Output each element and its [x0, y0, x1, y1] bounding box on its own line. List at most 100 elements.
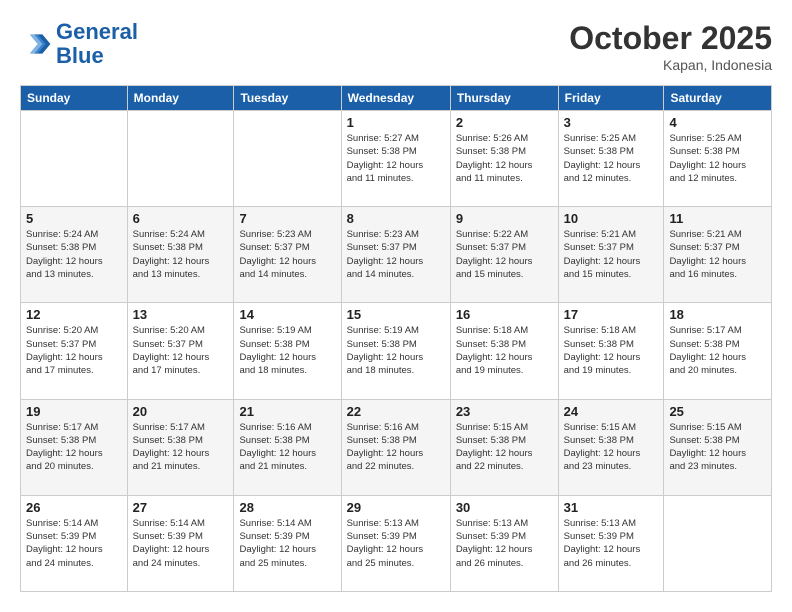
- day-cell: 23 Sunrise: 5:15 AM Sunset: 5:38 PM Dayli…: [450, 399, 558, 495]
- day-info: Sunrise: 5:21 AM Sunset: 5:37 PM Dayligh…: [669, 228, 766, 281]
- day-number: 16: [456, 307, 553, 322]
- day-number: 15: [347, 307, 445, 322]
- day-cell: 14Sunrise: 5:19 AM Sunset: 5:38 PM Dayli…: [234, 303, 341, 399]
- day-info: Sunrise: 5:13 AM Sunset: 5:39 PM Dayligh…: [564, 517, 659, 570]
- col-header-wednesday: Wednesday: [341, 86, 450, 111]
- day-cell: 19 Sunrise: 5:17 AM Sunset: 5:38 PM Dayli…: [21, 399, 128, 495]
- day-number: 8: [347, 211, 445, 226]
- day-cell: 6 Sunrise: 5:24 AM Sunset: 5:38 PM Daylig…: [127, 207, 234, 303]
- day-info: Sunrise: 5:18 AM Sunset: 5:38 PM Dayligh…: [564, 324, 659, 377]
- day-cell: 30Sunrise: 5:13 AM Sunset: 5:39 PM Dayli…: [450, 495, 558, 591]
- day-number: 21: [239, 404, 335, 419]
- day-info: Sunrise: 5:19 AM Sunset: 5:38 PM Dayligh…: [347, 324, 445, 377]
- day-info: Sunrise: 5:21 AM Sunset: 5:37 PM Dayligh…: [564, 228, 659, 281]
- day-info: Sunrise: 5:24 AM Sunset: 5:38 PM Dayligh…: [26, 228, 122, 281]
- day-cell: 27 Sunrise: 5:14 AM Sunset: 5:39 PM Dayli…: [127, 495, 234, 591]
- logo: General Blue: [20, 20, 138, 68]
- day-info: Sunrise: 5:15 AM Sunset: 5:38 PM Dayligh…: [564, 421, 659, 474]
- day-number: 24: [564, 404, 659, 419]
- day-info: Sunrise: 5:15 AM Sunset: 5:38 PM Dayligh…: [456, 421, 553, 474]
- day-cell: 21Sunrise: 5:16 AM Sunset: 5:38 PM Dayli…: [234, 399, 341, 495]
- day-cell: 8Sunrise: 5:23 AM Sunset: 5:37 PM Daylig…: [341, 207, 450, 303]
- day-number: 14: [239, 307, 335, 322]
- logo-text: General Blue: [56, 20, 138, 68]
- day-number: 17: [564, 307, 659, 322]
- day-cell: 24 Sunrise: 5:15 AM Sunset: 5:38 PM Dayli…: [558, 399, 664, 495]
- day-info: Sunrise: 5:15 AM Sunset: 5:38 PM Dayligh…: [669, 421, 766, 474]
- day-info: Sunrise: 5:22 AM Sunset: 5:37 PM Dayligh…: [456, 228, 553, 281]
- day-info: Sunrise: 5:23 AM Sunset: 5:37 PM Dayligh…: [239, 228, 335, 281]
- header-row: SundayMondayTuesdayWednesdayThursdayFrid…: [21, 86, 772, 111]
- day-info: Sunrise: 5:13 AM Sunset: 5:39 PM Dayligh…: [347, 517, 445, 570]
- day-info: Sunrise: 5:14 AM Sunset: 5:39 PM Dayligh…: [26, 517, 122, 570]
- month-title: October 2025: [569, 20, 772, 57]
- day-info: Sunrise: 5:20 AM Sunset: 5:37 PM Dayligh…: [133, 324, 229, 377]
- day-cell: 31 Sunrise: 5:13 AM Sunset: 5:39 PM Dayli…: [558, 495, 664, 591]
- day-cell: [127, 111, 234, 207]
- day-cell: 20Sunrise: 5:17 AM Sunset: 5:38 PM Dayli…: [127, 399, 234, 495]
- logo-icon: [20, 28, 52, 60]
- day-info: Sunrise: 5:18 AM Sunset: 5:38 PM Dayligh…: [456, 324, 553, 377]
- day-number: 28: [239, 500, 335, 515]
- day-number: 3: [564, 115, 659, 130]
- day-cell: 13Sunrise: 5:20 AM Sunset: 5:37 PM Dayli…: [127, 303, 234, 399]
- calendar: SundayMondayTuesdayWednesdayThursdayFrid…: [20, 85, 772, 592]
- day-cell: 5 Sunrise: 5:24 AM Sunset: 5:38 PM Daylig…: [21, 207, 128, 303]
- day-number: 1: [347, 115, 445, 130]
- col-header-saturday: Saturday: [664, 86, 772, 111]
- logo-general: General: [56, 19, 138, 44]
- col-header-sunday: Sunday: [21, 86, 128, 111]
- day-number: 12: [26, 307, 122, 322]
- day-number: 5: [26, 211, 122, 226]
- day-cell: 2 Sunrise: 5:26 AM Sunset: 5:38 PM Daylig…: [450, 111, 558, 207]
- week-row-2: 5 Sunrise: 5:24 AM Sunset: 5:38 PM Daylig…: [21, 207, 772, 303]
- day-info: Sunrise: 5:14 AM Sunset: 5:39 PM Dayligh…: [133, 517, 229, 570]
- col-header-monday: Monday: [127, 86, 234, 111]
- col-header-tuesday: Tuesday: [234, 86, 341, 111]
- col-header-friday: Friday: [558, 86, 664, 111]
- day-cell: 28 Sunrise: 5:14 AM Sunset: 5:39 PM Dayli…: [234, 495, 341, 591]
- day-number: 31: [564, 500, 659, 515]
- day-cell: 25 Sunrise: 5:15 AM Sunset: 5:38 PM Dayli…: [664, 399, 772, 495]
- day-info: Sunrise: 5:25 AM Sunset: 5:38 PM Dayligh…: [669, 132, 766, 185]
- day-cell: 16 Sunrise: 5:18 AM Sunset: 5:38 PM Dayli…: [450, 303, 558, 399]
- week-row-4: 19 Sunrise: 5:17 AM Sunset: 5:38 PM Dayli…: [21, 399, 772, 495]
- day-number: 25: [669, 404, 766, 419]
- day-cell: 11 Sunrise: 5:21 AM Sunset: 5:37 PM Dayli…: [664, 207, 772, 303]
- title-block: October 2025 Kapan, Indonesia: [569, 20, 772, 73]
- week-row-5: 26 Sunrise: 5:14 AM Sunset: 5:39 PM Dayli…: [21, 495, 772, 591]
- day-number: 6: [133, 211, 229, 226]
- day-number: 23: [456, 404, 553, 419]
- day-info: Sunrise: 5:17 AM Sunset: 5:38 PM Dayligh…: [26, 421, 122, 474]
- day-cell: 1 Sunrise: 5:27 AM Sunset: 5:38 PM Daylig…: [341, 111, 450, 207]
- day-cell: 26 Sunrise: 5:14 AM Sunset: 5:39 PM Dayli…: [21, 495, 128, 591]
- day-cell: 15 Sunrise: 5:19 AM Sunset: 5:38 PM Dayli…: [341, 303, 450, 399]
- day-info: Sunrise: 5:24 AM Sunset: 5:38 PM Dayligh…: [133, 228, 229, 281]
- week-row-3: 12 Sunrise: 5:20 AM Sunset: 5:37 PM Dayli…: [21, 303, 772, 399]
- day-number: 29: [347, 500, 445, 515]
- day-info: Sunrise: 5:14 AM Sunset: 5:39 PM Dayligh…: [239, 517, 335, 570]
- day-cell: [234, 111, 341, 207]
- day-info: Sunrise: 5:27 AM Sunset: 5:38 PM Dayligh…: [347, 132, 445, 185]
- day-cell: [664, 495, 772, 591]
- day-number: 26: [26, 500, 122, 515]
- day-cell: [21, 111, 128, 207]
- day-cell: 17 Sunrise: 5:18 AM Sunset: 5:38 PM Dayli…: [558, 303, 664, 399]
- col-header-thursday: Thursday: [450, 86, 558, 111]
- day-number: 7: [239, 211, 335, 226]
- day-number: 4: [669, 115, 766, 130]
- day-cell: 10Sunrise: 5:21 AM Sunset: 5:37 PM Dayli…: [558, 207, 664, 303]
- day-info: Sunrise: 5:16 AM Sunset: 5:38 PM Dayligh…: [347, 421, 445, 474]
- day-number: 18: [669, 307, 766, 322]
- day-number: 11: [669, 211, 766, 226]
- day-number: 27: [133, 500, 229, 515]
- day-info: Sunrise: 5:26 AM Sunset: 5:38 PM Dayligh…: [456, 132, 553, 185]
- day-cell: 4 Sunrise: 5:25 AM Sunset: 5:38 PM Daylig…: [664, 111, 772, 207]
- day-number: 19: [26, 404, 122, 419]
- header: General Blue October 2025 Kapan, Indones…: [20, 20, 772, 73]
- week-row-1: 1 Sunrise: 5:27 AM Sunset: 5:38 PM Daylig…: [21, 111, 772, 207]
- day-number: 2: [456, 115, 553, 130]
- day-number: 22: [347, 404, 445, 419]
- location: Kapan, Indonesia: [569, 57, 772, 73]
- logo-blue: Blue: [56, 43, 104, 68]
